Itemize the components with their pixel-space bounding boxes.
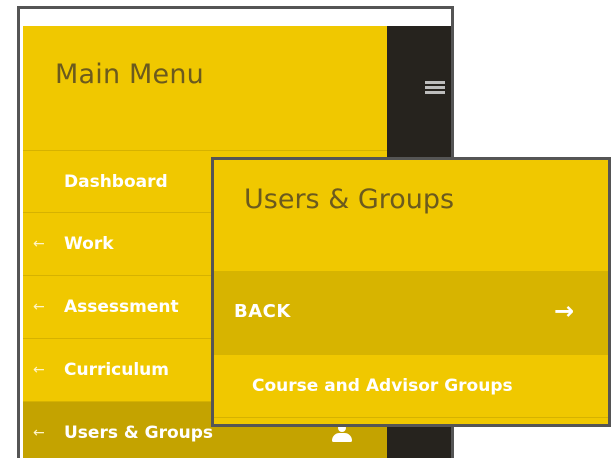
left-arrow-icon: ←: [33, 235, 45, 252]
left-arrow-icon: ←: [33, 424, 45, 441]
back-button[interactable]: BACK →: [214, 271, 608, 355]
submenu-title: Users & Groups: [244, 184, 455, 215]
menu-item-label: Work: [64, 233, 114, 254]
submenu-divider: [214, 417, 608, 418]
back-label: BACK: [234, 301, 291, 322]
left-arrow-icon: ←: [33, 298, 45, 315]
main-menu-title: Main Menu: [55, 59, 204, 90]
submenu-item-course-advisor-groups[interactable]: Course and Advisor Groups: [214, 355, 608, 417]
right-arrow-icon: →: [554, 297, 575, 325]
left-arrow-icon: ←: [33, 361, 45, 378]
menu-item-label: Users & Groups: [64, 422, 214, 443]
users-groups-submenu: Users & Groups BACK → Course and Advisor…: [211, 157, 611, 427]
menu-item-label: Dashboard: [64, 171, 168, 192]
menu-item-label: Assessment: [64, 296, 179, 317]
submenu-item-label: Course and Advisor Groups: [252, 376, 513, 396]
hamburger-menu-icon[interactable]: [425, 81, 445, 94]
menu-item-label: Curriculum: [64, 359, 169, 380]
